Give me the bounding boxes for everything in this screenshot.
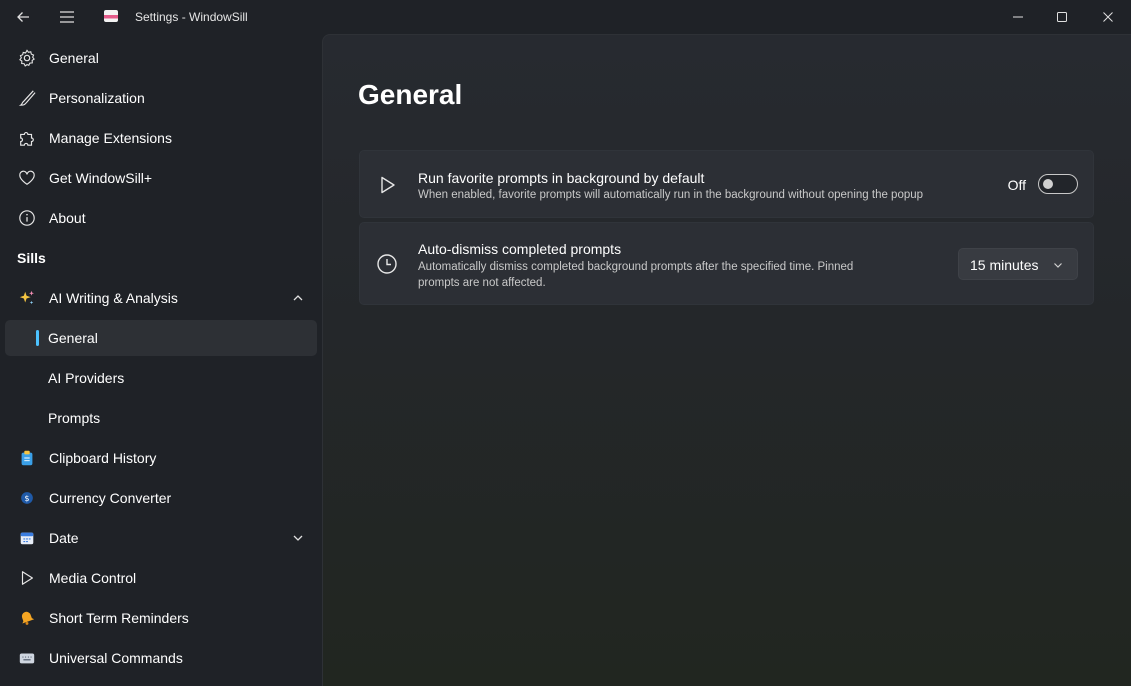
main-content: General Run favorite prompts in backgrou… [322,34,1131,686]
app-logo-icon [104,10,118,22]
sidebar-item-label: Personalization [49,90,145,106]
maximize-icon [1057,12,1067,22]
minimize-icon [1013,16,1023,18]
sidebar-item-clipboard-history[interactable]: Clipboard History [5,440,317,476]
sidebar-item-label: About [49,210,86,226]
play-icon [381,176,395,194]
sidebar-item-label: Prompts [48,410,101,426]
sparkles-icon [17,288,37,308]
page-title: General [358,79,463,110]
bell-icon [17,608,37,628]
sidebar-item-currency-converter[interactable]: $ Currency Converter [5,480,317,516]
chevron-up-icon [293,295,303,301]
sidebar-item-prompts[interactable]: Prompts [5,400,317,436]
sidebar-item-media-control[interactable]: Media Control [5,560,317,596]
sidebar-item-label: Clipboard History [49,450,157,466]
title-bar: Settings - WindowSill [0,0,1131,34]
sidebar-item-label: Media Control [49,570,137,586]
sidebar-item-label: General [49,50,99,66]
hamburger-icon [60,11,74,23]
sidebar-item-label: General [48,330,98,346]
sidebar-item-label: Get WindowSill+ [49,170,153,186]
sidebar: General Personalization Manage Extension… [0,34,322,686]
back-button[interactable] [6,0,40,34]
sidebar-item-manage-extensions[interactable]: Manage Extensions [5,120,317,156]
setting-description-line1: Automatically dismiss completed backgrou… [418,261,854,273]
minimize-button[interactable] [995,0,1041,34]
sidebar-item-label: Date [49,530,79,546]
sidebar-item-get-windowsill-plus[interactable]: Get WindowSill+ [5,160,317,196]
calendar-icon [17,528,37,548]
sidebar-item-about[interactable]: About [5,200,317,236]
close-button[interactable] [1085,0,1131,34]
auto-dismiss-duration-dropdown[interactable]: 15 minutes [958,248,1078,280]
setting-title: Auto-dismiss completed prompts [418,241,622,257]
sidebar-item-date[interactable]: Date [5,520,317,556]
window-title: Settings - WindowSill [135,10,248,24]
sidebar-item-universal-commands[interactable]: Universal Commands [5,640,317,676]
chevron-down-icon [1054,263,1062,268]
sills-section-header: Sills [17,250,46,266]
heart-icon [17,168,37,188]
currency-icon: $ [17,488,37,508]
close-icon [1103,12,1113,22]
clock-icon [377,254,397,274]
keyboard-icon [17,648,37,668]
sidebar-item-label: Currency Converter [49,490,172,506]
toggle-knob [1043,179,1053,189]
sidebar-item-label: Universal Commands [49,650,183,666]
setting-card-run-in-background: Run favorite prompts in background by de… [359,150,1094,218]
chevron-down-icon [293,535,303,541]
puzzle-icon [17,128,37,148]
hamburger-menu-button[interactable] [50,0,84,34]
sidebar-item-ai-general[interactable]: General [5,320,317,356]
sidebar-item-label: AI Providers [48,370,125,386]
selection-indicator [36,330,39,346]
back-arrow-icon [17,12,29,22]
setting-description: When enabled, favorite prompts will auto… [418,189,924,201]
setting-description-line2: prompts are not affected. [418,277,546,289]
play-icon [17,568,37,588]
sidebar-item-ai-writing-analysis[interactable]: AI Writing & Analysis [5,280,317,316]
sidebar-item-label: Manage Extensions [49,130,172,146]
svg-text:$: $ [24,493,29,503]
dropdown-selected-value: 15 minutes [970,257,1039,273]
sidebar-item-label: Short Term Reminders [49,610,189,626]
clipboard-icon [17,448,37,468]
sidebar-item-short-term-reminders[interactable]: Short Term Reminders [5,600,317,636]
sidebar-item-general[interactable]: General [5,40,317,76]
maximize-button[interactable] [1039,0,1085,34]
setting-card-auto-dismiss: Auto-dismiss completed prompts Automatic… [359,222,1094,305]
sidebar-item-ai-providers[interactable]: AI Providers [5,360,317,396]
info-icon [17,208,37,228]
setting-title: Run favorite prompts in background by de… [418,170,705,186]
sidebar-item-personalization[interactable]: Personalization [5,80,317,116]
toggle-state-label: Off [1007,177,1026,193]
run-in-background-toggle[interactable] [1038,174,1078,194]
gear-icon [17,48,37,68]
brush-icon [17,88,37,108]
sidebar-item-label: AI Writing & Analysis [49,290,178,306]
